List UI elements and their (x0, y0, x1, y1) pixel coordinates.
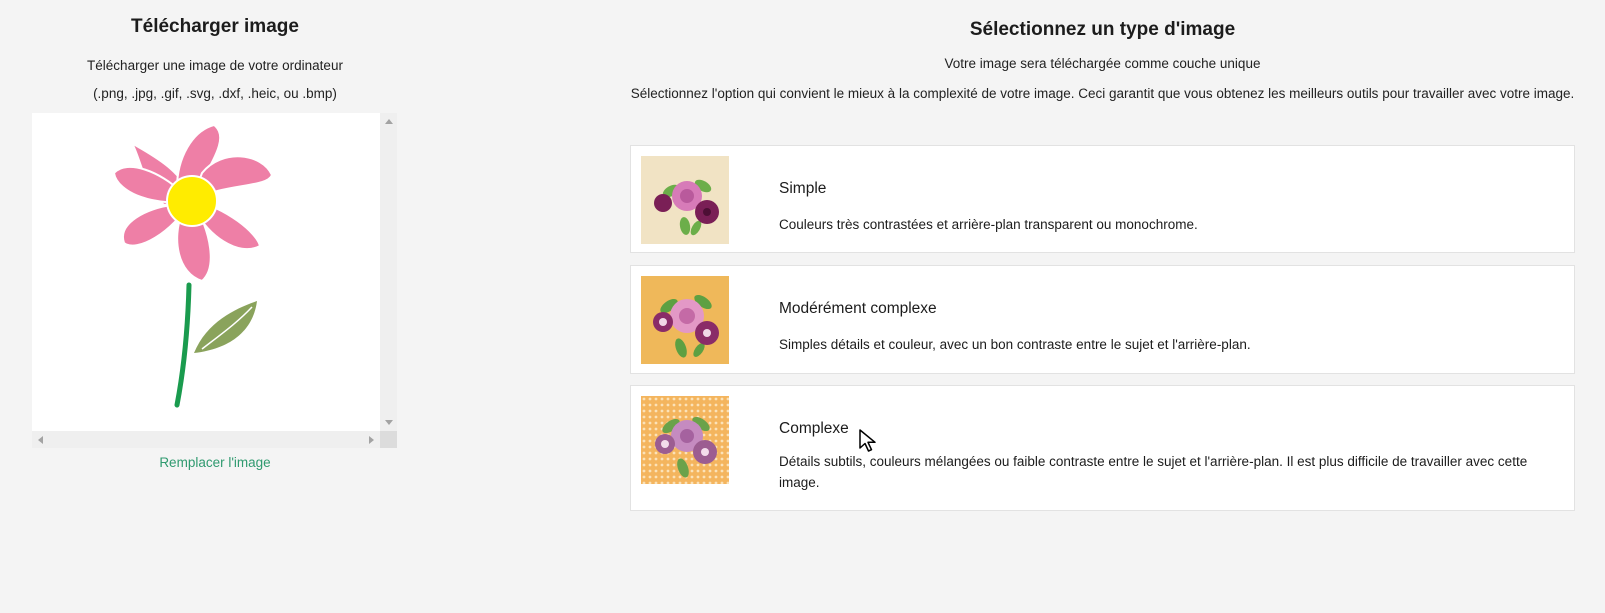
option-moderate[interactable]: Modérément complexe Simples détails et c… (630, 265, 1575, 374)
vertical-scrollbar[interactable] (380, 113, 397, 431)
flower-bouquet-complex-icon (641, 396, 729, 484)
replace-image-link[interactable]: Remplacer l'image (0, 455, 430, 470)
flower-bouquet-simple-icon (641, 156, 729, 244)
complexity-instruction: Sélectionnez l'option qui convient le mi… (630, 86, 1575, 101)
scroll-left-icon[interactable] (38, 436, 43, 444)
flower-bouquet-moderate-icon (641, 276, 729, 364)
image-type-title: Sélectionnez un type d'image (969, 19, 1236, 40)
option-simple-title: Simple (779, 180, 827, 197)
scroll-right-icon[interactable] (369, 436, 374, 444)
option-moderate-description: Simples détails et couleur, avec un bon … (779, 337, 1251, 352)
flower-image (112, 123, 274, 408)
scroll-up-icon[interactable] (385, 119, 393, 124)
single-layer-note: Votre image sera téléchargée comme couch… (944, 56, 1261, 71)
option-complex-description: Détails subtils, couleurs mélangées ou f… (779, 454, 1528, 490)
option-moderate-title: Modérément complexe (779, 300, 937, 317)
option-complex-title: Complexe (779, 420, 849, 437)
scroll-down-icon[interactable] (385, 420, 393, 425)
upload-title: Télécharger image (131, 16, 299, 37)
horizontal-scrollbar[interactable] (32, 431, 380, 448)
option-simple[interactable]: Simple Couleurs très contrastées et arri… (630, 145, 1575, 253)
option-simple-description: Couleurs très contrastées et arrière-pla… (779, 217, 1198, 232)
option-complex[interactable]: Complexe Détails subtils, couleurs mélan… (630, 385, 1575, 511)
scrollbar-corner (380, 431, 397, 448)
mouse-cursor-icon (859, 429, 876, 452)
upload-subtitle: Télécharger une image de votre ordinateu… (87, 58, 343, 73)
image-preview (32, 113, 397, 448)
upload-formats: (.png, .jpg, .gif, .svg, .dxf, .heic, ou… (93, 86, 337, 101)
